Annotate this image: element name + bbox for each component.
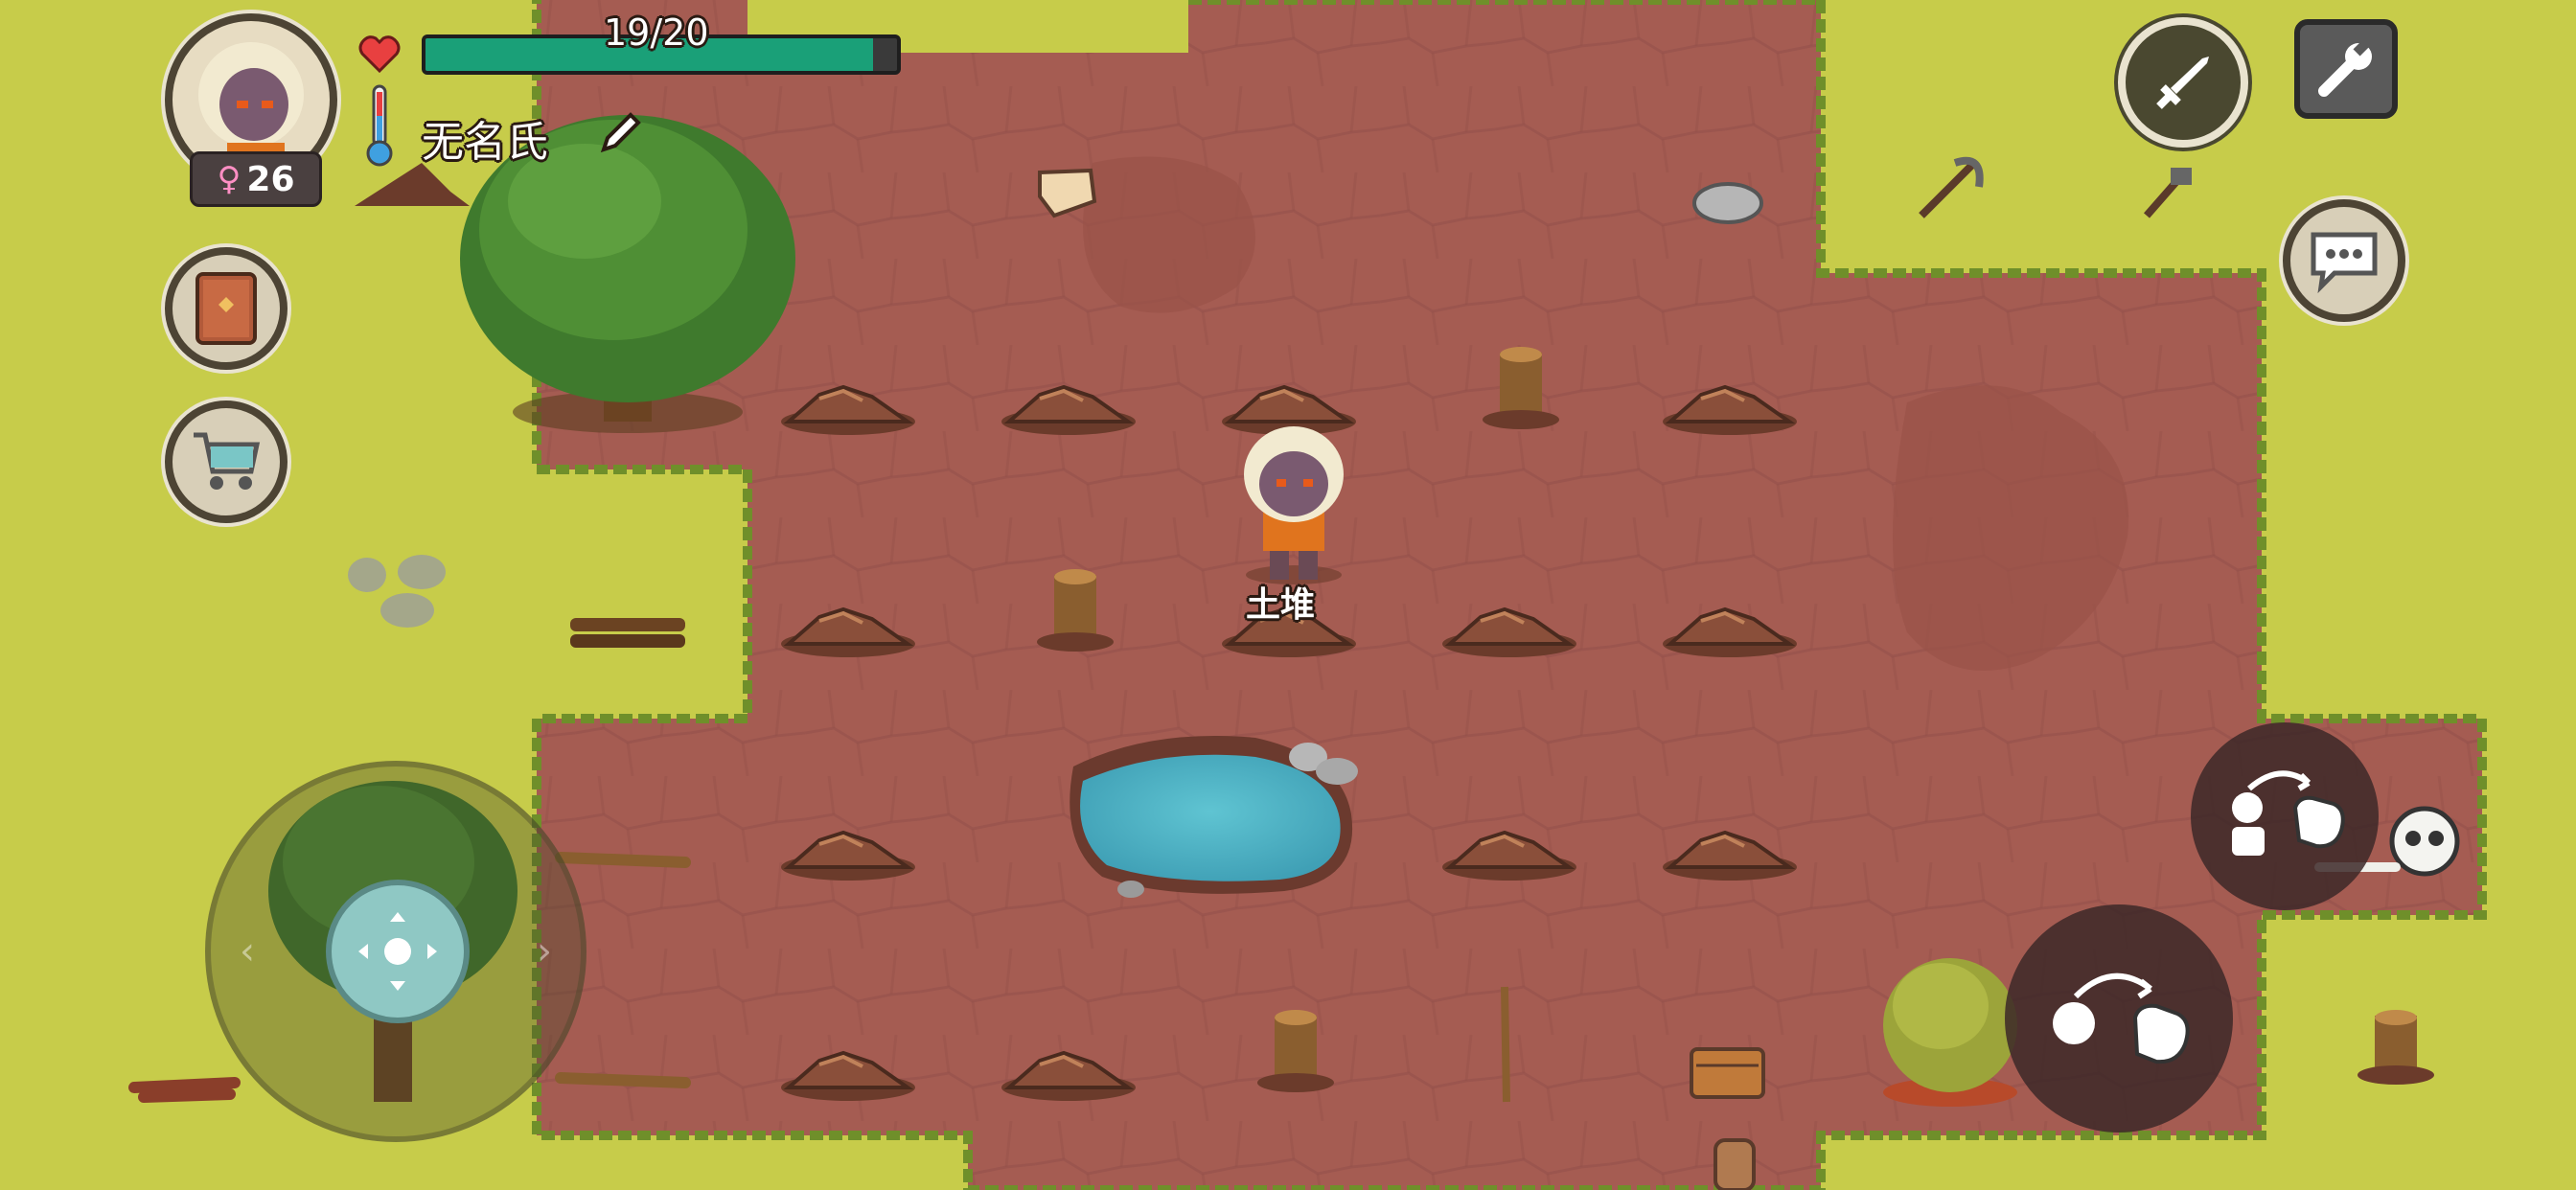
joystick-left-arrow: ‹ (240, 929, 255, 973)
stick[interactable] (555, 852, 691, 868)
clay-pot[interactable] (1714, 1138, 1756, 1190)
pickup-action-button[interactable] (2191, 722, 2379, 910)
wrench-icon (2318, 39, 2372, 97)
basket[interactable] (1690, 1047, 1765, 1099)
chat-bubble-icon (2311, 232, 2378, 294)
joystick-knob[interactable] (326, 880, 470, 1023)
book-icon (196, 272, 257, 345)
stone[interactable] (348, 558, 386, 592)
pond[interactable] (1070, 736, 1358, 898)
thermometer-icon (366, 84, 393, 167)
recipe-book-button[interactable] (165, 247, 288, 370)
age-value: 26 (246, 159, 295, 199)
hover-object-label: 土堆 (1246, 585, 1316, 625)
stick[interactable] (128, 1077, 241, 1103)
stone[interactable] (380, 593, 434, 628)
health-text: 19/20 (604, 11, 709, 54)
hand-use-icon (2053, 973, 2190, 1064)
stone[interactable] (1692, 182, 1763, 224)
chat-button[interactable] (2283, 199, 2405, 322)
settings-button[interactable] (2294, 19, 2398, 119)
shopping-cart-icon (194, 432, 261, 490)
skull[interactable] (2389, 806, 2460, 877)
standing-stick[interactable] (1501, 986, 1510, 1103)
sword-icon (2156, 57, 2209, 109)
heart-icon (358, 35, 401, 73)
stick[interactable] (555, 1072, 691, 1088)
berry-bush[interactable] (1883, 958, 2017, 1107)
player-name: 无名氏 (422, 118, 548, 167)
shop-button[interactable] (165, 400, 288, 523)
hand-pickup-icon (2232, 770, 2345, 856)
joystick-right-arrow: › (537, 929, 552, 973)
use-action-button[interactable] (2005, 904, 2233, 1133)
pencil-icon[interactable] (596, 107, 646, 157)
stone[interactable] (398, 555, 446, 589)
avatar-portrait-icon (198, 42, 304, 162)
combat-toggle-button[interactable] (2118, 17, 2248, 148)
age-badge: ♀ 26 (190, 151, 322, 207)
gender-symbol: ♀ (217, 160, 242, 198)
dirt-shadow (1083, 156, 1255, 313)
dpad-icon (358, 912, 437, 991)
game-screen[interactable]: 土堆 ♀ 26 19/20 无名氏 ‹ › (0, 0, 2576, 1190)
